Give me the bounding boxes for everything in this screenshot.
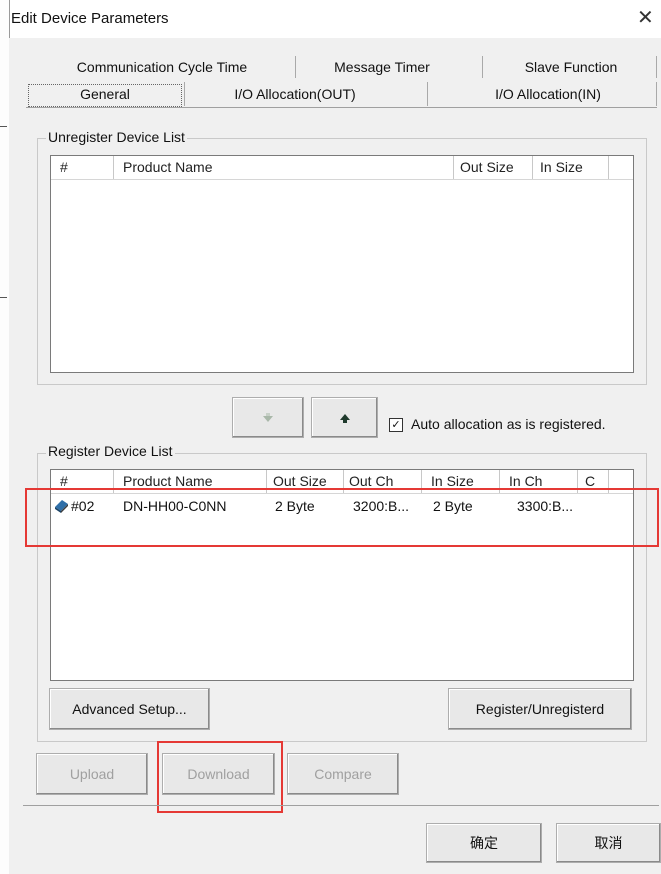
cancel-label: 取消 [594, 835, 623, 851]
tab-divider [184, 82, 185, 106]
auto-allocation-label: Auto allocation as is registered. [411, 416, 606, 432]
register-unregister-label: Register/Unregisterd [475, 701, 605, 717]
tab-general-label: General [80, 86, 130, 102]
highlight-registered-row [25, 488, 659, 547]
column-divider [608, 156, 609, 179]
tab-io-allocation-out[interactable]: I/O Allocation(OUT) [195, 86, 395, 102]
advanced-setup-label: Advanced Setup... [72, 701, 187, 717]
tab-divider [656, 82, 657, 106]
cancel-button[interactable]: 取消 [556, 823, 661, 863]
dialog-separator [23, 805, 659, 806]
tab-divider [482, 56, 483, 78]
column-divider [453, 156, 454, 179]
close-icon[interactable]: ✕ [637, 6, 654, 30]
unregister-col-number[interactable]: # [60, 156, 68, 179]
register-unregister-button[interactable]: Register/Unregisterd [448, 688, 632, 730]
tab-strip-baseline [26, 107, 657, 108]
ok-label: 确定 [470, 835, 498, 851]
tab-divider [656, 56, 657, 78]
tab-slave-function[interactable]: Slave Function [500, 59, 642, 75]
compare-label: Compare [314, 766, 372, 782]
advanced-setup-button[interactable]: Advanced Setup... [49, 688, 210, 730]
dialog-title: Edit Device Parameters [11, 10, 169, 27]
upload-label: Upload [69, 766, 115, 782]
auto-allocation-checkbox[interactable]: ✓ [389, 418, 403, 432]
unregister-device-list[interactable]: # Product Name Out Size In Size [50, 155, 634, 373]
highlight-download-button [157, 741, 283, 813]
title-bar: Edit Device Parameters ✕ [10, 0, 661, 38]
unregister-col-product-name[interactable]: Product Name [123, 156, 212, 179]
edge-tick [0, 297, 7, 298]
arrow-down-icon [263, 412, 273, 422]
unregister-device-list-label: Unregister Device List [46, 129, 187, 145]
unregister-col-out-size[interactable]: Out Size [460, 156, 514, 179]
column-divider [532, 156, 533, 179]
register-device-list-label: Register Device List [46, 443, 175, 459]
compare-button[interactable]: Compare [287, 753, 399, 795]
header-underline [51, 179, 633, 180]
arrow-up-icon [339, 413, 350, 423]
tab-general-selected[interactable]: General [28, 84, 182, 107]
unregister-col-in-size[interactable]: In Size [540, 156, 583, 179]
column-divider [113, 156, 114, 179]
tab-divider [427, 82, 428, 106]
edge-tick [0, 126, 7, 127]
move-down-button[interactable] [232, 397, 304, 438]
tab-message-timer[interactable]: Message Timer [307, 59, 457, 75]
tab-divider [295, 56, 296, 78]
background-window-edge [0, 0, 9, 874]
upload-button[interactable]: Upload [36, 753, 148, 795]
tab-io-allocation-in[interactable]: I/O Allocation(IN) [458, 86, 638, 102]
ok-button[interactable]: 确定 [426, 823, 542, 863]
tab-communication-cycle-time[interactable]: Communication Cycle Time [44, 59, 280, 75]
move-up-button[interactable] [311, 397, 378, 438]
